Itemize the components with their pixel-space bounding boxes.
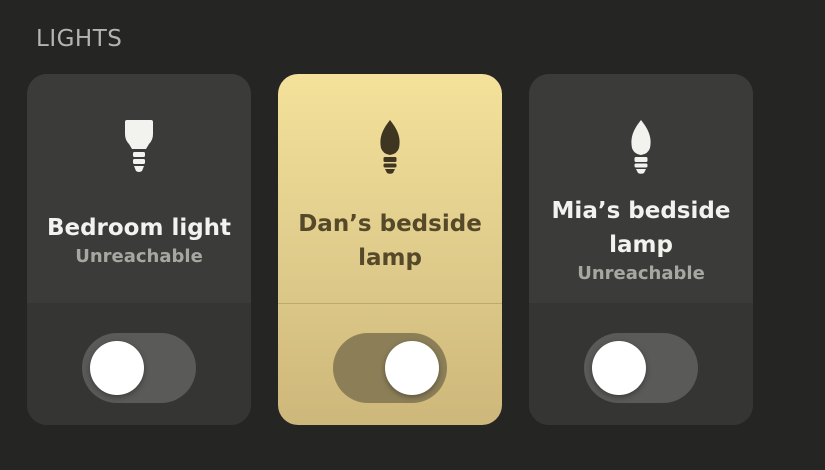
light-card-bedroom-light[interactable]: Bedroom light Unreachable [27, 74, 251, 425]
power-toggle[interactable] [584, 333, 698, 403]
light-card-header: Bedroom light Unreachable [27, 74, 251, 303]
bulb-spot-icon [119, 118, 159, 174]
power-toggle[interactable] [333, 333, 447, 403]
toggle-knob [592, 341, 646, 395]
light-name-line-2: lamp [609, 232, 673, 258]
toggle-knob [90, 341, 144, 395]
light-card-dans-bedside-lamp[interactable]: Dan’s bedside lamp [278, 74, 502, 425]
light-card-mias-bedside-lamp[interactable]: Mia’s bedside lamp Unreachable [529, 74, 753, 425]
light-status: Unreachable [577, 263, 705, 284]
section-title: LIGHTS [36, 26, 123, 52]
light-card-header: Dan’s bedside lamp [278, 74, 502, 303]
light-name-line-1: Mia’s bedside [551, 198, 731, 224]
light-name: Bedroom light [46, 215, 232, 241]
toggle-knob [385, 341, 439, 395]
lights-panel: LIGHTS Bedroom light Unreachable Dan’s b… [0, 0, 825, 470]
light-card-header: Mia’s bedside lamp Unreachable [529, 74, 753, 303]
power-toggle[interactable] [82, 333, 196, 403]
bulb-candle-icon [370, 118, 410, 174]
light-status: Unreachable [75, 246, 203, 267]
bulb-candle-icon [621, 118, 661, 174]
light-name-line-1: Dan’s bedside [298, 211, 482, 237]
light-name-line-2: lamp [358, 245, 422, 271]
